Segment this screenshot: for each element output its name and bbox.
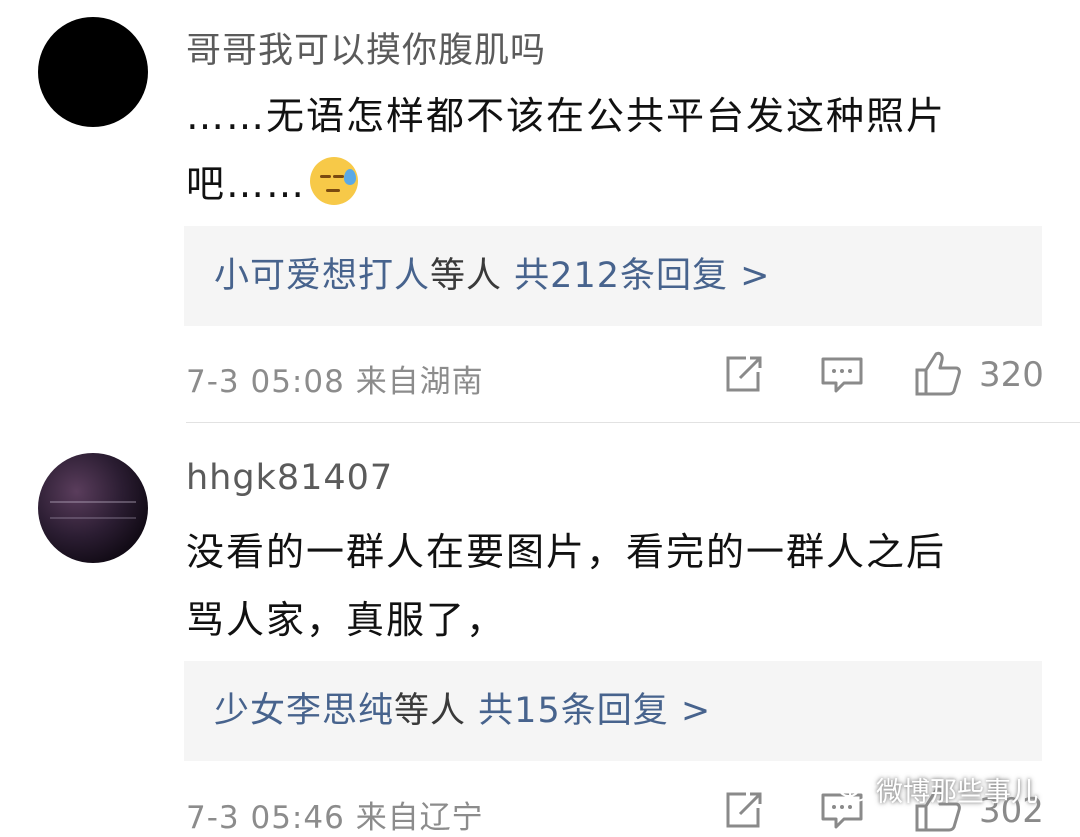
like-count: 320 — [979, 355, 1044, 395]
watermark: 微博那些事儿 — [838, 770, 1038, 809]
comment-text-line: 没看的一群人在要图片，看完的一群人之后 — [186, 530, 947, 574]
reply-suffix: 等人 — [394, 691, 467, 731]
comment-meta: 7-3 05:08 来自湖南 — [186, 356, 484, 401]
comment-time: 7-3 05:46 — [186, 800, 345, 836]
reply-summary[interactable]: 少女李思纯等人 共15条回复 > — [184, 661, 1042, 761]
avatar[interactable] — [38, 453, 148, 563]
comment-username[interactable]: 哥哥我可以摸你腹肌吗 — [186, 22, 546, 73]
reply-summary[interactable]: 小可爱想打人等人 共212条回复 > — [184, 226, 1042, 326]
reply-suffix: 等人 — [430, 256, 503, 296]
reply-count-link[interactable]: 共15条回复 > — [478, 691, 711, 731]
comment-username[interactable]: hhgk81407 — [186, 458, 393, 498]
reply-count-link[interactable]: 共212条回复 > — [514, 256, 770, 296]
comment-text: ……无语怎样都不该在公共平台发这种照片 吧…… — [186, 82, 1036, 218]
comment-text: 没看的一群人在要图片，看完的一群人之后 骂人家，真服了， — [186, 518, 1036, 654]
comment-location: 来自辽宁 — [355, 800, 484, 836]
comment-meta: 7-3 05:46 来自辽宁 — [186, 792, 484, 837]
comment-item: 哥哥我可以摸你腹肌吗 ……无语怎样都不该在公共平台发这种照片 吧…… 小可爱想打… — [0, 0, 1080, 420]
avatar[interactable] — [38, 17, 148, 127]
comment-text-line-tail: 吧…… — [186, 162, 307, 206]
repost-icon[interactable] — [722, 354, 764, 394]
divider — [186, 422, 1080, 423]
wechat-icon — [838, 779, 867, 802]
comment-text-line-2: 吧…… — [186, 150, 1036, 218]
comment-location: 来自湖南 — [355, 364, 484, 400]
reply-names[interactable]: 小可爱想打人 — [214, 256, 430, 296]
comment-time: 7-3 05:08 — [186, 364, 345, 400]
reply-names[interactable]: 少女李思纯 — [214, 691, 394, 731]
comment-text-line-2: 骂人家，真服了， — [186, 598, 507, 642]
comment-icon[interactable] — [820, 356, 864, 394]
sweat-emoji-icon — [310, 157, 359, 205]
comment-text-line: ……无语怎样都不该在公共平台发这种照片 — [186, 94, 947, 138]
repost-icon[interactable] — [722, 790, 764, 830]
watermark-text: 微博那些事儿 — [876, 777, 1038, 808]
like-icon[interactable] — [914, 350, 962, 396]
